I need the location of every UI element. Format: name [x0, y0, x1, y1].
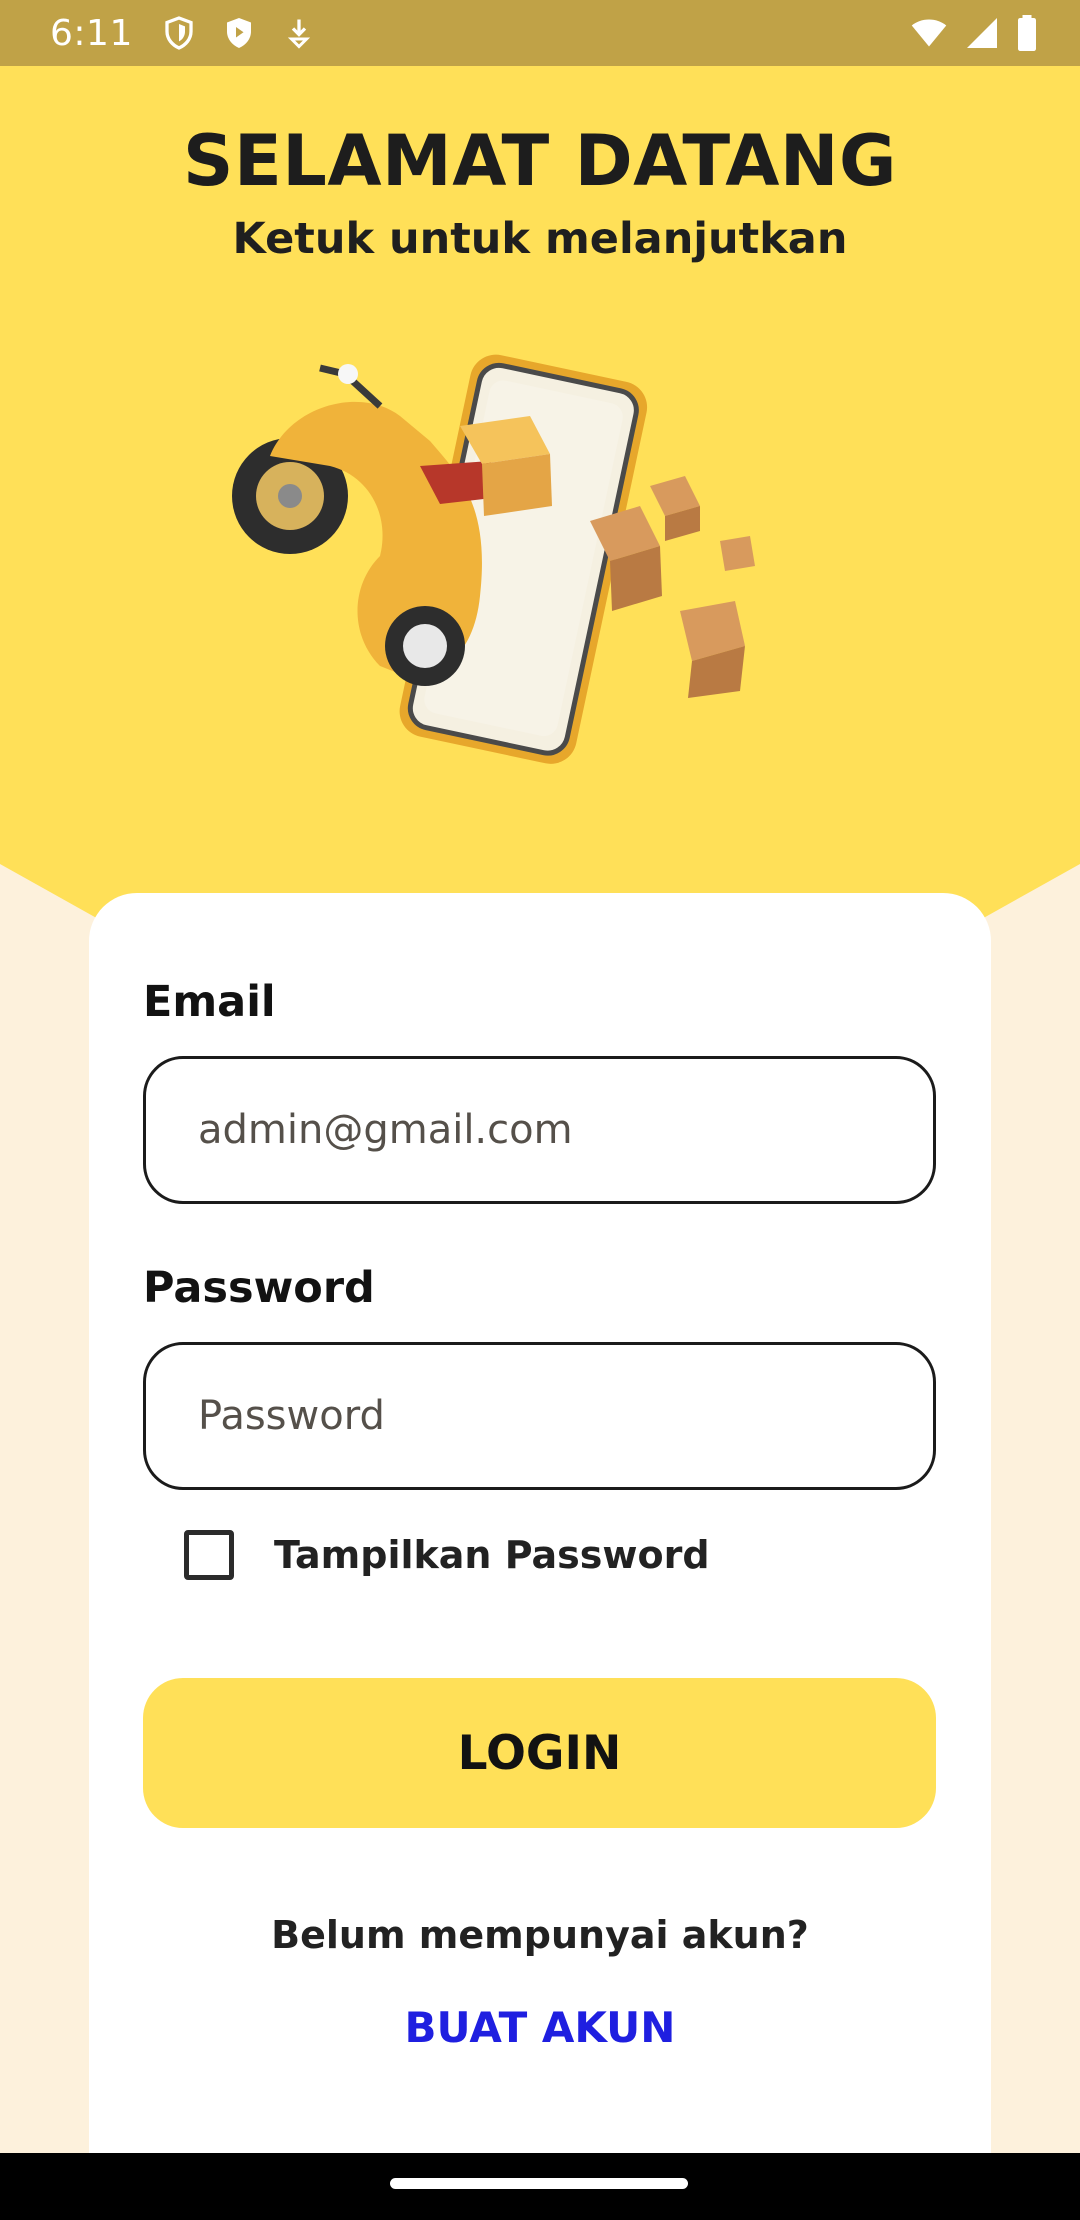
battery-icon: [1018, 15, 1036, 51]
create-account-link[interactable]: BUAT AKUN: [89, 2003, 991, 2052]
email-field-container[interactable]: [143, 1056, 936, 1204]
login-button[interactable]: LOGIN: [143, 1678, 936, 1828]
password-field-container[interactable]: [143, 1342, 936, 1490]
shield-outline-icon: [165, 16, 193, 50]
password-label: Password: [143, 1263, 375, 1313]
show-password-row[interactable]: Tampilkan Password: [184, 1530, 710, 1580]
password-field[interactable]: [198, 1393, 933, 1439]
status-icons-left: [161, 15, 317, 51]
navigation-bar: [0, 2153, 1080, 2220]
show-password-label[interactable]: Tampilkan Password: [274, 1533, 710, 1577]
page-title: SELAMAT DATANG: [183, 120, 897, 202]
wifi-icon: [911, 19, 947, 47]
email-label: Email: [143, 977, 276, 1027]
shield-play-icon: [226, 18, 251, 48]
status-icons-right: [908, 15, 1040, 51]
page-subtitle: Ketuk untuk melanjutkan: [232, 214, 848, 264]
show-password-checkbox[interactable]: [184, 1530, 234, 1580]
header-banner: SELAMAT DATANG Ketuk untuk melanjutkan: [0, 66, 1080, 966]
download-arrow-icon: [287, 19, 310, 49]
login-card: Email Password Tampilkan Password LOGIN …: [89, 893, 991, 2183]
cellular-signal-icon: [967, 18, 997, 48]
email-field[interactable]: [198, 1107, 933, 1153]
delivery-illustration: [232, 354, 755, 764]
status-time: 6:11: [50, 12, 133, 54]
home-indicator[interactable]: [390, 2178, 688, 2189]
status-bar: 6:11: [0, 0, 1080, 66]
no-account-text: Belum mempunyai akun?: [271, 1913, 809, 1957]
